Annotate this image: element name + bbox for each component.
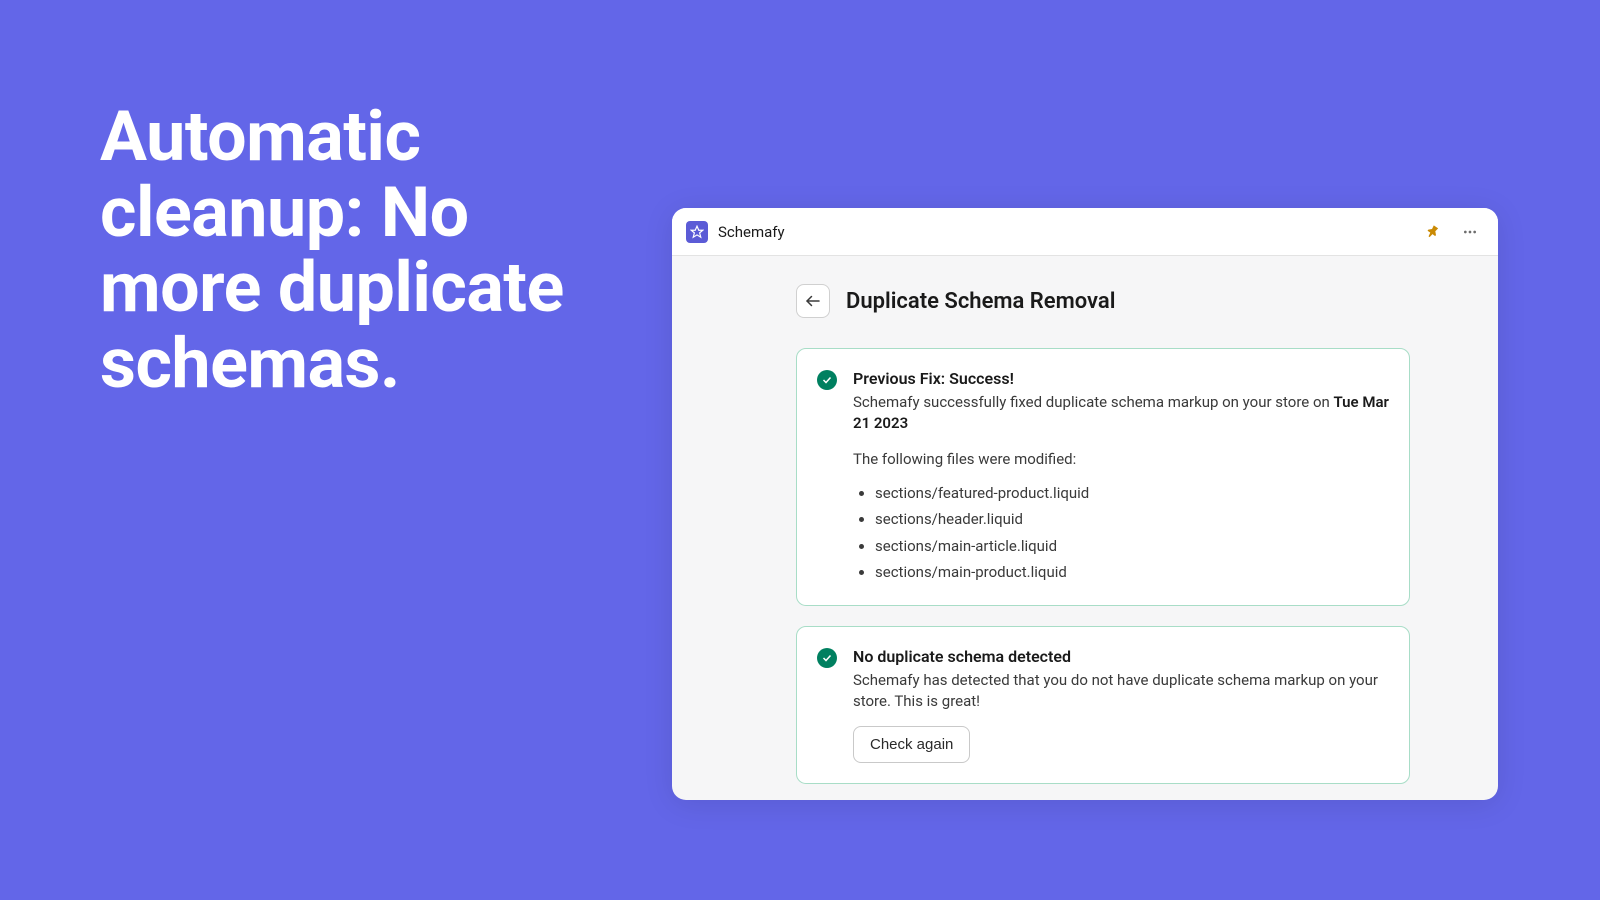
- success-card-title: Previous Fix: Success!: [853, 369, 1389, 388]
- app-name: Schemafy: [718, 223, 785, 241]
- success-desc-text: Schemafy successfully fixed duplicate sc…: [853, 393, 1334, 411]
- success-card: Previous Fix: Success! Schemafy successf…: [796, 348, 1410, 606]
- files-list: sections/featured-product.liquid section…: [853, 480, 1389, 585]
- clean-card-desc: Schemafy has detected that you do not ha…: [853, 670, 1389, 712]
- pin-icon[interactable]: [1420, 218, 1448, 246]
- more-icon[interactable]: [1456, 218, 1484, 246]
- file-item: sections/main-product.liquid: [875, 559, 1389, 585]
- app-logo-icon: [686, 221, 708, 243]
- back-button[interactable]: [796, 284, 830, 318]
- file-item: sections/main-article.liquid: [875, 533, 1389, 559]
- hero-headline: Automatic cleanup: No more duplicate sch…: [100, 100, 620, 402]
- files-label: The following files were modified:: [853, 450, 1389, 468]
- check-circle-icon: [817, 370, 837, 390]
- check-circle-icon: [817, 648, 837, 668]
- clean-card: No duplicate schema detected Schemafy ha…: [796, 626, 1410, 784]
- clean-card-title: No duplicate schema detected: [853, 647, 1389, 666]
- check-again-button[interactable]: Check again: [853, 726, 970, 763]
- app-body: Duplicate Schema Removal Previous Fix: S…: [672, 256, 1498, 800]
- app-titlebar: Schemafy: [672, 208, 1498, 256]
- success-card-desc: Schemafy successfully fixed duplicate sc…: [853, 392, 1389, 434]
- page-header: Duplicate Schema Removal: [796, 284, 1410, 318]
- page-title: Duplicate Schema Removal: [846, 289, 1115, 314]
- file-item: sections/header.liquid: [875, 506, 1389, 532]
- app-window: Schemafy Duplicate Schema Removal Previo…: [672, 208, 1498, 800]
- file-item: sections/featured-product.liquid: [875, 480, 1389, 506]
